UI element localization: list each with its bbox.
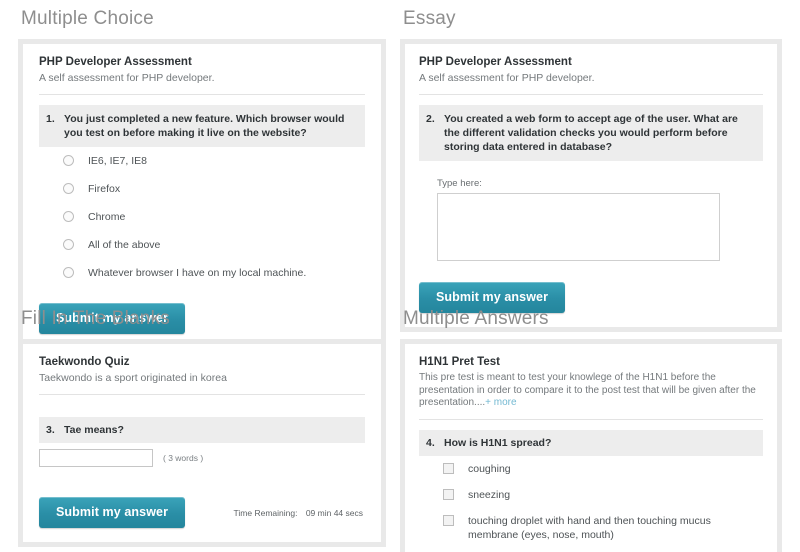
checkbox-icon[interactable] — [443, 488, 454, 500]
quiz-card-fill-in-the-blanks: Taekwondo Quiz Taekwondo is a sport orig… — [23, 344, 381, 542]
section-heading-fill-in-the-blanks: Fill In The Blanks — [21, 308, 170, 329]
answer-field-label: Type here: — [437, 178, 482, 189]
section-essay: Essay PHP Developer Assessment A self as… — [400, 8, 782, 332]
option-row[interactable]: coughing — [443, 456, 763, 482]
blank-answer-row: ( 3 words ) — [39, 449, 365, 467]
essay-answer-textarea[interactable] — [437, 193, 720, 261]
question-text: You created a web form to accept age of … — [444, 113, 738, 153]
quiz-card-multiple-answers: H1N1 Pret Test This pre test is meant to… — [405, 344, 777, 552]
radio-icon[interactable] — [63, 239, 74, 250]
option-row[interactable]: All of the above — [63, 231, 365, 259]
radio-icon[interactable] — [63, 267, 74, 278]
option-label: All of the above — [88, 239, 161, 251]
time-remaining: Time Remaining: 09 min 44 secs — [234, 507, 365, 519]
checkbox-icon[interactable] — [443, 514, 454, 526]
option-label: Whatever browser I have on my local mach… — [88, 267, 307, 279]
submit-answer-button[interactable]: Submit my answer — [39, 497, 186, 528]
question-text: You just completed a new feature. Which … — [64, 113, 345, 139]
question-band: 4. How is H1N1 spread? — [419, 429, 763, 456]
section-heading-multiple-answers: Multiple Answers — [403, 308, 549, 329]
option-row[interactable]: Firefox — [63, 175, 365, 203]
radio-icon[interactable] — [63, 183, 74, 194]
panel-frame-essay: PHP Developer Assessment A self assessme… — [400, 39, 782, 332]
section-fill-in-the-blanks: Fill In The Blanks Taekwondo Quiz Taekwo… — [18, 308, 386, 547]
header-divider — [39, 94, 365, 95]
quiz-types-overview: Multiple Choice PHP Developer Assessment… — [0, 0, 800, 552]
quiz-title: PHP Developer Assessment — [39, 56, 192, 68]
time-remaining-label: Time Remaining: — [233, 507, 298, 518]
panel-frame-multiple-choice: PHP Developer Assessment A self assessme… — [18, 39, 386, 353]
quiz-title: Taekwondo Quiz — [39, 356, 130, 368]
question-text: Tae means? — [64, 424, 124, 436]
option-list-multiple-choice: IE6, IE7, IE8 Firefox Chrome All of the … — [39, 147, 365, 287]
checkbox-icon[interactable] — [443, 462, 454, 474]
question-text: How is H1N1 spread? — [444, 436, 552, 449]
question-number: 4. — [426, 436, 435, 449]
quiz-description: A self assessment for PHP developer. — [39, 72, 215, 84]
quiz-card-multiple-choice: PHP Developer Assessment A self assessme… — [23, 44, 381, 348]
blank-answer-input[interactable] — [39, 449, 153, 467]
quiz-title: PHP Developer Assessment — [419, 56, 572, 68]
option-row[interactable]: sneezing — [443, 482, 763, 508]
show-more-link[interactable]: + more — [485, 397, 516, 408]
actions-row: Submit my answer Time Remaining: 09 min … — [39, 497, 365, 528]
panel-frame-multiple-answers: H1N1 Pret Test This pre test is meant to… — [400, 339, 782, 552]
radio-icon[interactable] — [63, 211, 74, 222]
option-label: touching droplet with hand and then touc… — [468, 514, 711, 541]
section-heading-essay: Essay — [403, 8, 456, 29]
option-label: Firefox — [88, 183, 121, 195]
quiz-description: Taekwondo is a sport originated in korea — [39, 372, 227, 384]
option-row[interactable]: Chrome — [63, 203, 365, 231]
header-divider — [419, 94, 763, 95]
question-number: 1. — [46, 113, 55, 125]
option-row[interactable]: touching droplet with hand and then touc… — [443, 508, 763, 548]
option-label: Chrome — [88, 211, 126, 223]
word-count-hint: ( 3 words ) — [163, 453, 204, 463]
option-label: IE6, IE7, IE8 — [88, 155, 147, 167]
option-row[interactable]: IE6, IE7, IE8 — [63, 147, 365, 175]
option-row[interactable]: Whatever browser I have on my local mach… — [63, 259, 365, 287]
question-number: 2. — [426, 113, 435, 125]
quiz-description: This pre test is meant to test your know… — [419, 372, 763, 410]
section-multiple-answers: Multiple Answers H1N1 Pret Test This pre… — [400, 308, 782, 552]
header-divider — [39, 394, 365, 395]
time-remaining-value: 09 min 44 secs — [305, 507, 363, 518]
quiz-description: A self assessment for PHP developer. — [419, 72, 595, 84]
question-band: 2. You created a web form to accept age … — [419, 105, 763, 161]
option-label: coughing — [468, 462, 511, 475]
panel-frame-fill-in-the-blanks: Taekwondo Quiz Taekwondo is a sport orig… — [18, 339, 386, 547]
option-list-multiple-answers: coughing sneezing touching droplet with … — [419, 456, 763, 548]
quiz-title: H1N1 Pret Test — [419, 356, 500, 368]
section-heading-multiple-choice: Multiple Choice — [21, 8, 154, 29]
header-divider — [419, 418, 763, 420]
quiz-card-essay: PHP Developer Assessment A self assessme… — [405, 44, 777, 327]
radio-icon[interactable] — [63, 155, 74, 166]
question-band: 1. You just completed a new feature. Whi… — [39, 105, 365, 147]
question-band: 3. Tae means? — [39, 417, 365, 443]
option-label: sneezing — [468, 488, 511, 501]
question-number: 3. — [46, 424, 55, 436]
quiz-description-text: This pre test is meant to test your know… — [419, 372, 756, 408]
section-multiple-choice: Multiple Choice PHP Developer Assessment… — [18, 8, 386, 353]
